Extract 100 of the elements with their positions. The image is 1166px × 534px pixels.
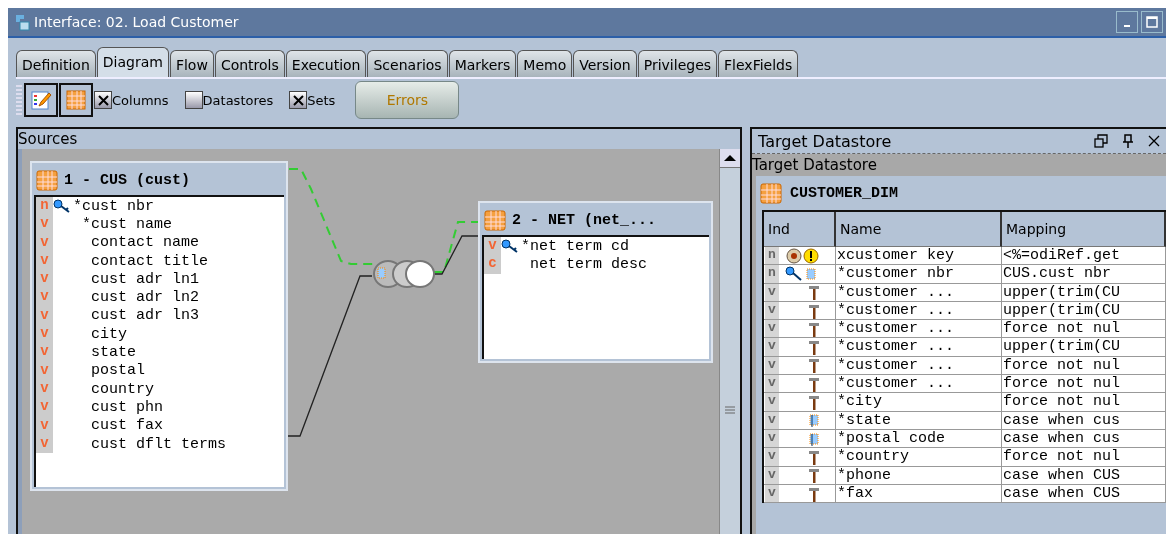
column-header[interactable]: Name [836, 212, 1002, 247]
checkbox[interactable] [289, 91, 308, 109]
tab[interactable]: Diagram [96, 47, 169, 77]
checkbox[interactable] [184, 91, 203, 109]
tab[interactable]: Flow [169, 50, 214, 77]
table-cell: *country [836, 448, 1002, 467]
column-header[interactable]: Mapping [1002, 212, 1166, 247]
column-name: cust adr ln2 [90, 289, 200, 307]
table-icon [484, 209, 506, 231]
type-indicator: n [765, 247, 779, 265]
datastore-title: 2 - NET (net_... [512, 211, 657, 229]
type-indicator: v [36, 325, 53, 344]
table-cell: case when CUS [1002, 466, 1166, 485]
up-arrow-icon[interactable] [723, 154, 737, 162]
connector-line [433, 235, 479, 275]
column-name: net term desc [529, 255, 648, 273]
column-header[interactable]: Ind [764, 212, 836, 247]
type-indicator: v [765, 320, 779, 338]
column-name: city [90, 325, 127, 343]
type-indicator: v [765, 375, 779, 393]
maximize-icon [1146, 16, 1158, 28]
table-cell: force not nul [1002, 320, 1166, 339]
tab[interactable]: Scenarios [367, 50, 448, 77]
column-name: cust phn [90, 398, 163, 416]
type-indicator: n [765, 265, 779, 283]
type-indicator: v [36, 343, 53, 362]
table-cell: *customer nbr [836, 265, 1002, 284]
column-name: cust fax [90, 417, 163, 435]
type-indicator: v [36, 288, 53, 307]
close-icon[interactable] [1148, 135, 1160, 147]
grid-icon[interactable] [59, 83, 93, 117]
table-icon [36, 169, 58, 191]
table-cell: CUS.cust nbr [1002, 265, 1166, 284]
table-cell: case when cus [1002, 429, 1166, 449]
datastore-box[interactable]: 1 - CUS (cust) n *cust nbr v *cust name v contact name v contact title v cust adr ln1 v cust adr ln2 v cust adr ln3 v city v state v postal v country v cust phn v cust fax v cust dflt terms [30, 161, 288, 491]
tab[interactable]: Definition [16, 50, 96, 77]
column-name: contact name [90, 234, 200, 252]
join-line [433, 221, 479, 273]
restore-icon[interactable] [1094, 134, 1108, 148]
column-name: contact title [90, 252, 209, 270]
column-name: postal [90, 362, 145, 380]
table-cell: <%=odiRef.get [1002, 247, 1166, 266]
type-indicator: n [36, 197, 53, 216]
tab[interactable]: Version [573, 50, 637, 77]
column-name: cust dflt terms [90, 435, 227, 453]
datastore-title: CUSTOMER_DIM [790, 184, 899, 202]
tab[interactable]: Memo [517, 50, 573, 77]
type-indicator: v [484, 237, 501, 256]
tab[interactable]: FlexFields [718, 50, 799, 77]
table-cell: *fax [836, 484, 1002, 504]
table-cell: xcustomer key [836, 247, 1002, 266]
tab[interactable]: Controls [214, 50, 285, 77]
datastore-box[interactable]: 2 - NET (net_... v *net term cd c net term desc [478, 201, 713, 363]
table-cell: force not nul [1002, 448, 1166, 467]
table-cell: upper(trim(CU [1002, 283, 1166, 302]
type-indicator: v [765, 448, 779, 466]
table-cell: *postal code [836, 429, 1002, 449]
column-name: state [90, 344, 136, 361]
grip-icon[interactable] [725, 406, 735, 414]
column-name: *cust nbr [73, 197, 154, 215]
column-name: cust adr ln1 [90, 270, 200, 288]
pin-icon[interactable] [1122, 134, 1134, 148]
section-label: Target Datastore [752, 155, 878, 176]
table-cell: upper(trim(CU [1002, 301, 1166, 321]
tab[interactable]: Markers [448, 50, 517, 77]
maximize-button[interactable] [1141, 11, 1163, 33]
tab[interactable]: Execution [285, 50, 367, 77]
table-cell: upper(trim(CU [1002, 338, 1166, 357]
table-cell: *state [836, 411, 1002, 430]
type-indicator: v [765, 393, 779, 411]
table-cell: *customer ... [836, 283, 1002, 302]
edit-icon[interactable] [24, 83, 58, 117]
table-cell: case when cus [1002, 411, 1166, 430]
minimize-button[interactable] [1116, 11, 1138, 33]
window-title: Interface: 02. Load Customer [34, 14, 239, 30]
checkbox-label: Sets [307, 92, 336, 108]
column-name: *net term cd [521, 237, 630, 255]
checkbox[interactable] [94, 91, 112, 109]
type-indicator: v [36, 270, 53, 289]
table-cell: *customer ... [836, 338, 1002, 357]
tab[interactable]: Privileges [637, 50, 718, 77]
checkbox-label: Datastores [202, 92, 274, 108]
minimize-icon [1124, 25, 1130, 27]
panel-title: Target Datastore [758, 131, 892, 151]
scrollbar[interactable] [719, 149, 740, 534]
table-cell: *customer ... [836, 301, 1002, 321]
table-cell: *customer ... [836, 320, 1002, 339]
column-name: *cust name [81, 215, 173, 233]
table-cell: *city [836, 393, 1002, 412]
table-cell: *customer ... [836, 375, 1002, 394]
table-icon [760, 182, 782, 204]
checkbox-label: Columns [112, 92, 169, 108]
app-icon [14, 13, 30, 31]
table-cell: *customer ... [836, 356, 1002, 376]
table-cell: *phone [836, 466, 1002, 485]
join-icon [373, 260, 435, 288]
table-cell: force not nul [1002, 356, 1166, 376]
table-cell: force not nul [1002, 393, 1166, 412]
type-indicator: v [36, 215, 53, 234]
datastore-title: 1 - CUS (cust) [64, 171, 191, 189]
